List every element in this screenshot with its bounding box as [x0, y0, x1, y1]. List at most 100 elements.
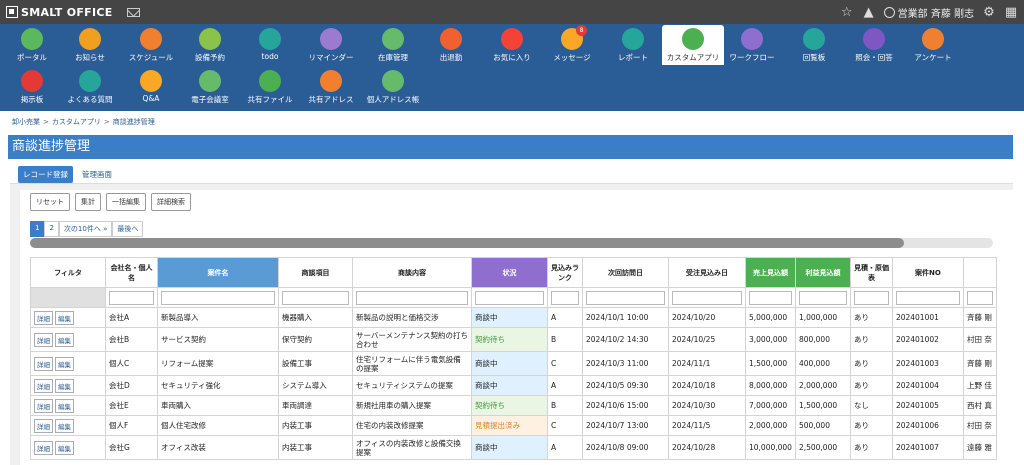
app-grid-icon[interactable]: ▦ — [1004, 5, 1018, 20]
nav-item[interactable]: 照会・回答 — [843, 25, 905, 65]
filter-input[interactable] — [356, 290, 468, 305]
nav-item[interactable]: 出退勤 — [420, 25, 482, 65]
edit-button[interactable]: 編集 — [55, 440, 74, 455]
filter-input[interactable] — [475, 290, 544, 305]
table-row[interactable]: 詳細 編集 個人F 個人住宅改修 内装工事 住宅の内装改修提案 見積提出済み C 2024/10… — [30, 415, 997, 436]
col-company[interactable]: 会社名・個人名 — [105, 257, 158, 288]
nav-item[interactable]: 共有ファイル — [239, 67, 301, 107]
filter-input[interactable] — [551, 290, 579, 305]
col-case-name[interactable]: 案件名 — [157, 257, 279, 288]
col-item[interactable]: 商談項目 — [278, 257, 353, 288]
filter-input[interactable] — [109, 290, 154, 305]
edit-button[interactable]: 編集 — [55, 332, 74, 347]
cell-sales: 8,000,000 — [745, 375, 796, 396]
nav-item[interactable]: カスタムアプリ — [662, 25, 724, 65]
edit-button[interactable]: 編集 — [55, 378, 74, 393]
nav-item[interactable]: 個人アドレス帳 — [362, 67, 424, 107]
horizontal-scrollbar[interactable] — [30, 238, 993, 248]
nav-item[interactable]: todo — [239, 25, 301, 65]
nav-item[interactable]: 共有アドレス — [300, 67, 362, 107]
gear-icon[interactable]: ⚙ — [982, 5, 996, 20]
col-profit[interactable]: 利益見込額 — [794, 257, 851, 288]
filter-input[interactable] — [672, 290, 742, 305]
nav-item[interactable]: よくある質問 — [59, 67, 121, 107]
table-row[interactable]: 詳細 編集 会社G オフィス改装 内装工事 オフィスの内装改修と設備交換提案 商談中 A 202… — [30, 435, 997, 460]
nav-item[interactable]: スケジュール — [120, 25, 182, 65]
nav-item[interactable]: お知らせ — [59, 25, 121, 65]
page-2[interactable]: 2 — [44, 221, 59, 237]
nav-label: 共有ファイル — [247, 95, 293, 104]
filter-input[interactable] — [853, 290, 889, 305]
table-row[interactable]: 詳細 編集 個人C リフォーム提案 設備工事 住宅リフォームに伴う電気設備の提案 商談中 C 2… — [30, 351, 997, 376]
notification-bell-icon[interactable]: ▲ — [862, 5, 876, 20]
detail-button[interactable]: 詳細 — [34, 332, 53, 347]
cell-rank: C — [547, 351, 583, 376]
col-quote[interactable]: 見積・原価表 — [849, 257, 893, 288]
col-owner[interactable] — [962, 257, 997, 288]
app-logo[interactable]: SMALT OFFICE — [6, 6, 113, 19]
table-row[interactable]: 詳細 編集 会社A 新製品導入 機器購入 新製品の説明と価格交渉 商談中 A 2024/10/1… — [30, 307, 997, 328]
reset-button[interactable]: リセット — [30, 193, 70, 211]
page-1[interactable]: 1 — [30, 221, 45, 237]
nav-item[interactable]: Q&A — [120, 67, 182, 107]
col-content[interactable]: 商談内容 — [352, 257, 472, 288]
detail-button[interactable]: 詳細 — [34, 398, 53, 413]
detail-button[interactable]: 詳細 — [34, 418, 53, 433]
user-menu[interactable]: 営業部 斉藤 剛志 — [883, 5, 974, 20]
bulk-edit-button[interactable]: 一括編集 — [106, 193, 146, 211]
nav-item[interactable]: 電子会議室 — [179, 67, 241, 107]
edit-button[interactable]: 編集 — [55, 356, 74, 371]
row-actions: 詳細 編集 — [30, 351, 106, 376]
filter-input[interactable] — [966, 290, 993, 305]
user-name: 営業部 斉藤 剛志 — [897, 8, 974, 20]
filter-input[interactable] — [895, 290, 960, 305]
breadcrumb-item[interactable]: 卸小売業 — [12, 118, 40, 126]
mail-icon[interactable] — [126, 7, 140, 17]
filter-input[interactable] — [282, 290, 349, 305]
nav-item[interactable]: 回覧板 — [783, 25, 845, 65]
nav-item[interactable]: お気に入り — [481, 25, 543, 65]
table-row[interactable]: 詳細 編集 会社D セキュリティ強化 システム導入 セキュリティシステムの提案 商談中 A 20… — [30, 375, 997, 396]
detail-button[interactable]: 詳細 — [34, 440, 53, 455]
nav-item[interactable]: リマインダー — [300, 25, 362, 65]
filter-input[interactable] — [798, 290, 847, 305]
nav-label: 共有アドレス — [308, 95, 354, 104]
breadcrumb-item[interactable]: カスタムアプリ — [52, 118, 101, 126]
cell-sales: 5,000,000 — [745, 307, 796, 328]
col-case-no[interactable]: 案件NO — [891, 257, 964, 288]
tab-manage[interactable]: 管理画面 — [77, 166, 117, 183]
star-icon[interactable]: ☆ — [840, 5, 854, 20]
filter-input[interactable] — [586, 290, 665, 305]
col-order-date[interactable]: 受注見込み日 — [668, 257, 746, 288]
table-row[interactable]: 詳細 編集 会社E 車両購入 車両調達 新規社用車の購入提案 契約待ち B 2024/10/6 … — [30, 395, 997, 416]
nav-item[interactable]: 設備予約 — [179, 25, 241, 65]
nav-item[interactable]: メッセージ 8 — [541, 25, 603, 65]
aggregate-button[interactable]: 集計 — [75, 193, 101, 211]
last-page[interactable]: 最後へ — [112, 221, 144, 237]
edit-button[interactable]: 編集 — [55, 398, 74, 413]
nav-item[interactable]: 在庫管理 — [362, 25, 424, 65]
col-next-visit[interactable]: 次回訪問日 — [582, 257, 669, 288]
scrollbar-thumb[interactable] — [30, 238, 904, 248]
nav-item[interactable]: ワークフロー — [721, 25, 783, 65]
nav-item[interactable]: レポート — [602, 25, 664, 65]
cell-case: リフォーム提案 — [157, 351, 279, 376]
nav-item[interactable]: 掲示板 — [1, 67, 63, 107]
filter-input[interactable] — [161, 290, 275, 305]
detail-button[interactable]: 詳細 — [34, 310, 53, 325]
breadcrumb-item[interactable]: 商談進捗管理 — [113, 118, 155, 126]
tab-record[interactable]: レコード登録 — [18, 166, 73, 183]
col-rank[interactable]: 見込みランク — [547, 257, 583, 288]
col-status[interactable]: 状況 — [471, 257, 548, 288]
col-sales[interactable]: 売上見込額 — [745, 257, 796, 288]
edit-button[interactable]: 編集 — [55, 418, 74, 433]
filter-input[interactable] — [749, 290, 792, 305]
next-page[interactable]: 次の10件へ » — [58, 221, 113, 237]
detail-button[interactable]: 詳細 — [34, 378, 53, 393]
edit-button[interactable]: 編集 — [55, 310, 74, 325]
nav-item[interactable]: ポータル — [1, 25, 63, 65]
table-row[interactable]: 詳細 編集 会社B サービス契約 保守契約 サーバーメンテナンス契約の打ち合わせ 契約待ち B… — [30, 327, 997, 352]
detail-search-button[interactable]: 詳細検索 — [151, 193, 191, 211]
nav-item[interactable]: アンケート — [902, 25, 964, 65]
detail-button[interactable]: 詳細 — [34, 356, 53, 371]
